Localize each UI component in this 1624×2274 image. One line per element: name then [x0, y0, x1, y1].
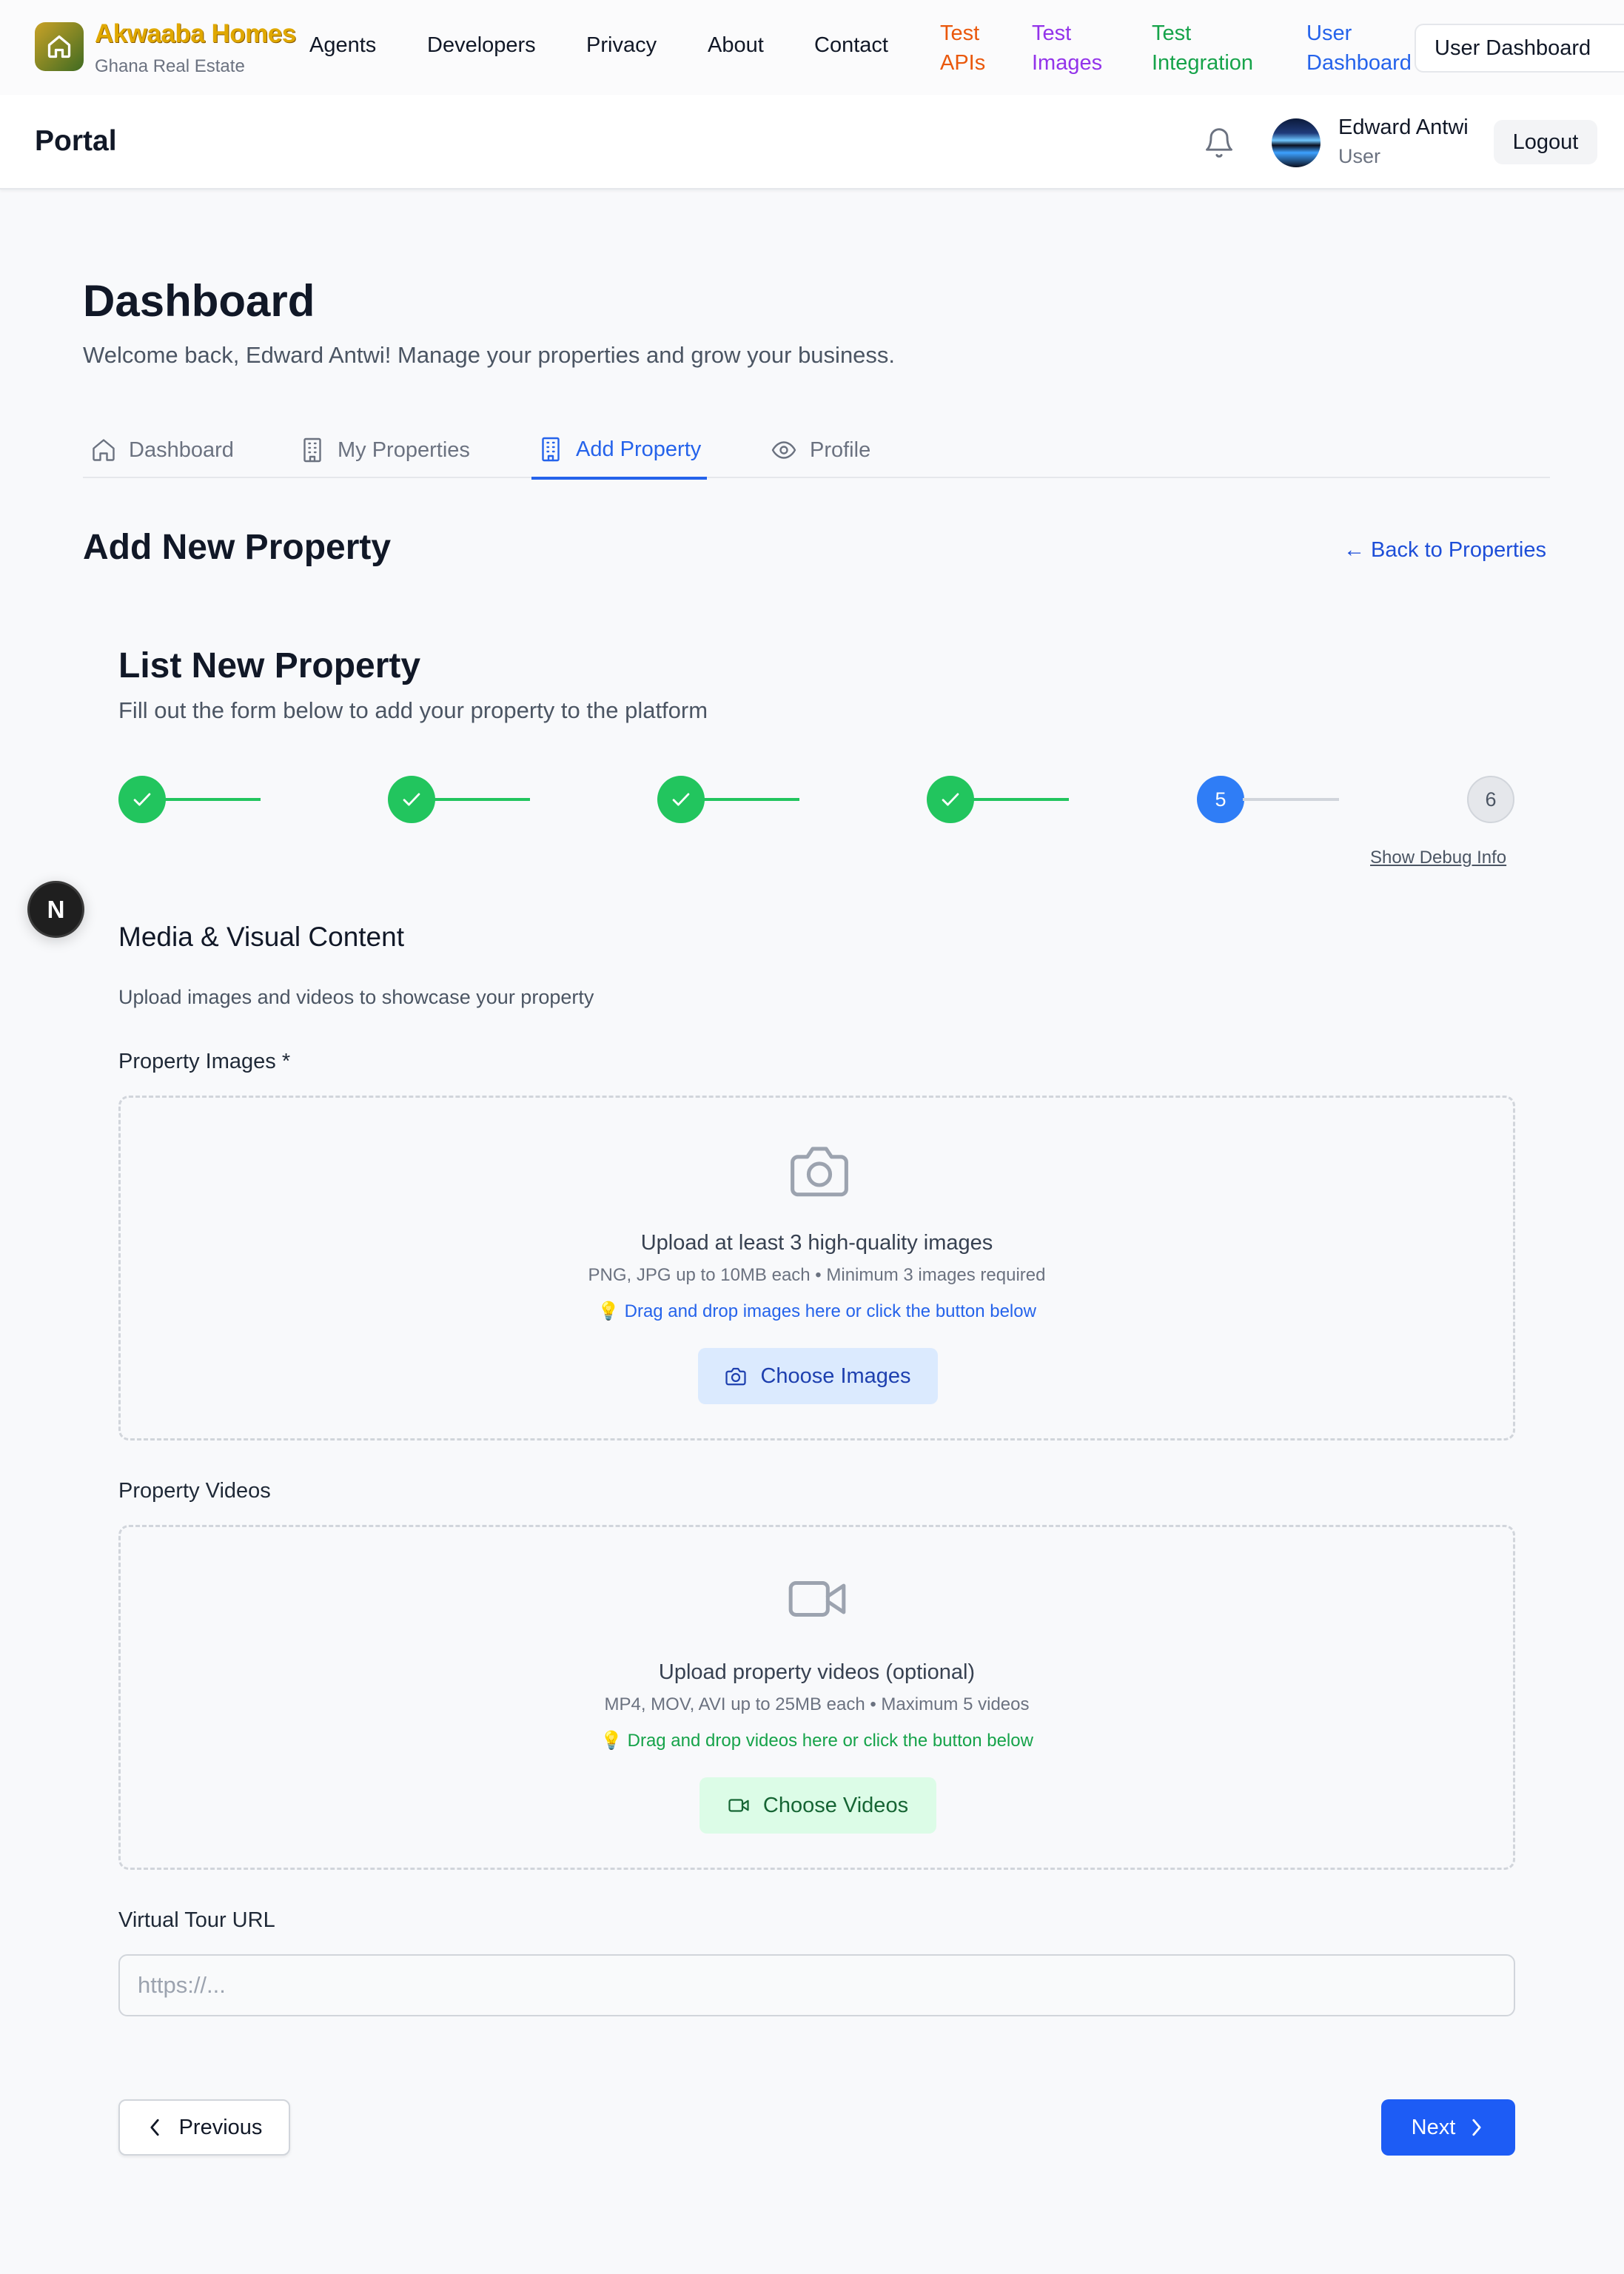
step-4-complete: [927, 776, 974, 823]
nav-link-developers[interactable]: Developers: [427, 33, 536, 58]
check-icon: [938, 787, 963, 812]
step-6-upcoming: 6: [1467, 776, 1514, 823]
videos-upload-tip: 💡 Drag and drop videos here or click the…: [600, 1731, 1033, 1751]
step-1-complete: [118, 776, 166, 823]
nav-link-privacy[interactable]: Privacy: [586, 33, 657, 58]
logout-button[interactable]: Logout: [1494, 120, 1597, 164]
user-role: User: [1338, 145, 1381, 167]
video-camera-icon: [728, 1797, 750, 1814]
camera-icon: [725, 1366, 747, 1386]
tab-add-property[interactable]: Add Property: [531, 422, 708, 480]
images-upload-hint: PNG, JPG up to 10MB each • Minimum 3 ima…: [588, 1265, 1046, 1285]
images-upload-tip: 💡 Drag and drop images here or click the…: [597, 1301, 1036, 1321]
previous-label: Previous: [178, 2115, 263, 2139]
page-title: Dashboard: [83, 276, 315, 326]
portal-header: Portal Edward Antwi User Logout: [0, 95, 1624, 190]
videos-upload-title: Upload property videos (optional): [658, 1660, 976, 1684]
videos-dropzone[interactable]: Upload property videos (optional) MP4, M…: [118, 1525, 1515, 1870]
dashboard-tabs: Dashboard My Properties Add Property Pro…: [83, 422, 1550, 480]
show-debug-info-link[interactable]: Show Debug Info: [1370, 848, 1506, 868]
camera-icon: [787, 1141, 852, 1200]
choose-images-button[interactable]: Choose Images: [698, 1348, 938, 1404]
nav-link-test-integration[interactable]: Test Integration: [1152, 19, 1270, 78]
step-2-complete: [388, 776, 435, 823]
eye-icon: [770, 437, 798, 463]
step-connector: [703, 798, 799, 801]
nav-link-about[interactable]: About: [708, 33, 764, 58]
brand-title[interactable]: Akwaaba Homes: [95, 19, 296, 49]
check-icon: [399, 787, 424, 812]
home-icon: [46, 33, 73, 60]
tab-label: Profile: [810, 437, 871, 462]
chevron-left-icon: [147, 2117, 163, 2138]
tab-dashboard[interactable]: Dashboard: [90, 422, 234, 478]
building-icon: [537, 436, 564, 463]
building-icon: [299, 437, 326, 463]
step-connector: [434, 798, 530, 801]
tab-label: Add Property: [576, 437, 702, 461]
form-title: List New Property: [118, 646, 421, 685]
tab-label: Dashboard: [129, 437, 234, 462]
property-videos-label: Property Videos: [118, 1479, 271, 1503]
media-section-title: Media & Visual Content: [118, 922, 404, 952]
nav-link-contact[interactable]: Contact: [814, 33, 888, 58]
check-icon: [668, 787, 694, 812]
section-title: Add New Property: [83, 528, 392, 567]
brand-subtitle: Ghana Real Estate: [95, 56, 245, 76]
avatar[interactable]: [1272, 118, 1321, 167]
form-subtitle: Fill out the form below to add your prop…: [118, 697, 708, 723]
step-connector: [973, 798, 1069, 801]
nav-link-user-dashboard[interactable]: User Dashboard: [1306, 19, 1417, 78]
choose-videos-button[interactable]: Choose Videos: [699, 1777, 936, 1834]
tab-my-properties[interactable]: My Properties: [299, 422, 470, 478]
images-upload-title: Upload at least 3 high-quality images: [640, 1231, 993, 1255]
check-icon: [130, 787, 155, 812]
property-images-label: Property Images *: [118, 1050, 291, 1073]
portal-title: Portal: [35, 125, 117, 157]
brand-logo[interactable]: [35, 22, 84, 71]
virtual-tour-url-input[interactable]: [118, 1954, 1515, 2016]
choose-images-label: Choose Images: [760, 1364, 911, 1388]
choose-videos-label: Choose Videos: [762, 1793, 909, 1817]
dev-tools-badge[interactable]: N: [27, 881, 84, 938]
videos-upload-hint: MP4, MOV, AVI up to 25MB each • Maximum …: [604, 1694, 1030, 1714]
step-connector: [164, 798, 261, 801]
tab-profile[interactable]: Profile: [770, 422, 870, 478]
page-subtitle: Welcome back, Edward Antwi! Manage your …: [83, 342, 896, 368]
top-navigation: Akwaaba Homes Ghana Real Estate Agents D…: [0, 0, 1624, 95]
nav-link-test-apis[interactable]: Test APIs: [940, 19, 999, 78]
home-icon: [90, 437, 117, 463]
tab-label: My Properties: [338, 437, 470, 462]
back-to-properties-link[interactable]: ← Back to Properties: [1343, 538, 1546, 563]
step-3-complete: [657, 776, 705, 823]
nav-link-test-images[interactable]: Test Images: [1032, 19, 1113, 78]
video-camera-icon: [785, 1573, 849, 1625]
virtual-tour-label: Virtual Tour URL: [118, 1908, 275, 1932]
previous-button[interactable]: Previous: [118, 2099, 290, 2156]
user-name: Edward Antwi: [1338, 115, 1469, 139]
next-label: Next: [1411, 2115, 1456, 2139]
nav-link-agents[interactable]: Agents: [309, 33, 376, 58]
step-connector: [1243, 798, 1339, 801]
step-5-current: 5: [1197, 776, 1244, 823]
bell-icon[interactable]: [1203, 126, 1235, 160]
chevron-right-icon: [1469, 2117, 1485, 2138]
media-section-subtitle: Upload images and videos to showcase you…: [118, 986, 594, 1008]
images-dropzone[interactable]: Upload at least 3 high-quality images PN…: [118, 1096, 1515, 1440]
user-dashboard-button[interactable]: User Dashboard: [1415, 24, 1624, 73]
next-button[interactable]: Next: [1381, 2099, 1515, 2156]
